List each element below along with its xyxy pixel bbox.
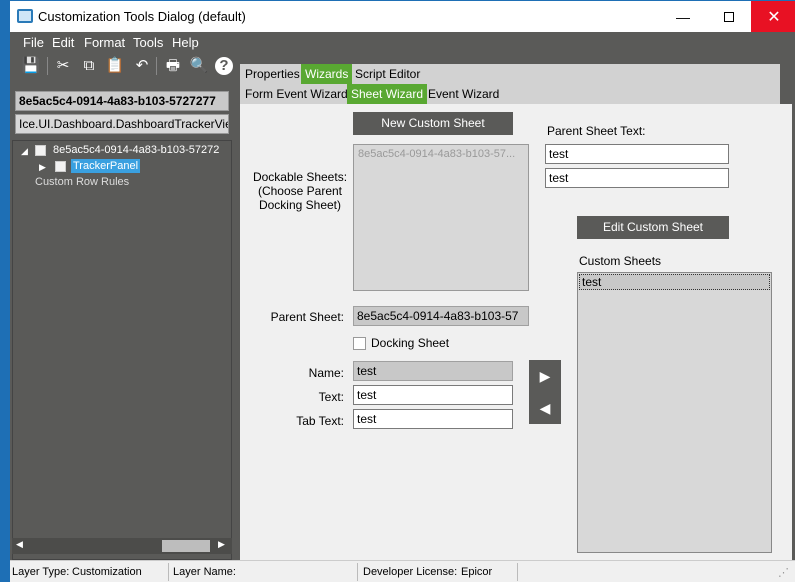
dockable-sheet-item[interactable]: 8e5ac5c4-0914-4a83-b103-57... <box>358 148 515 160</box>
main-tabs: Properties Wizards Script Editor <box>240 64 780 84</box>
text-label: Text: <box>318 390 344 404</box>
tree-horizontal-scrollbar[interactable]: ◀ ▶ <box>12 538 232 554</box>
title-bar[interactable]: Customization Tools Dialog (default) — ✕ <box>10 1 795 32</box>
app-icon <box>17 9 33 23</box>
toolbar-separator <box>156 57 157 75</box>
custom-row-rules-node[interactable]: Custom Row Rules <box>35 176 129 188</box>
layer-type-value: Customization <box>72 566 142 578</box>
expand-arrow-icon[interactable]: ▶ <box>39 162 46 173</box>
toolbar-separator <box>47 57 48 75</box>
dockable-sheets-list[interactable]: 8e5ac5c4-0914-4a83-b103-57... <box>353 144 529 291</box>
background-window-edge <box>0 0 9 582</box>
license-value: Epicor <box>461 566 493 578</box>
cut-icon[interactable]: ✂ <box>53 56 73 76</box>
parent-sheet-text-field-1[interactable]: test <box>545 144 729 164</box>
dockable-sheets-label: Dockable Sheets: <box>252 170 348 184</box>
custom-sheets-label: Custom Sheets <box>579 254 662 268</box>
menu-tools[interactable]: Tools <box>133 35 163 50</box>
scrollbar-thumb[interactable] <box>162 540 210 552</box>
customization-dialog: Customization Tools Dialog (default) — ✕… <box>9 0 795 582</box>
close-button[interactable]: ✕ <box>751 1 795 32</box>
status-separator <box>357 563 358 581</box>
undo-icon[interactable]: ↶ <box>132 56 152 76</box>
tab-text-label: Tab Text: <box>296 414 344 428</box>
sheet-wizard-content: New Custom Sheet Parent Sheet Text: test… <box>240 104 792 560</box>
name-label: Name: <box>308 366 344 380</box>
copy-icon[interactable]: ⧉ <box>79 56 99 76</box>
window-title: Customization Tools Dialog (default) <box>38 9 246 24</box>
layer-type-label: Layer Type: <box>12 566 70 578</box>
tab-properties[interactable]: Properties <box>241 64 304 84</box>
customization-id-field[interactable]: 8e5ac5c4-0914-4a83-b103-5727277 <box>15 91 229 111</box>
menu-bar: File Edit Format Tools Help <box>10 32 795 52</box>
parent-sheet-label: Parent Sheet: <box>270 310 344 324</box>
resize-grip-icon[interactable]: ⋰ <box>778 566 789 579</box>
tree-node-icon <box>35 145 46 156</box>
form-path-field[interactable]: Ice.UI.Dashboard.DashboardTrackerVie <box>15 114 229 134</box>
name-field: test <box>353 361 513 381</box>
tree-node-icon <box>55 161 66 172</box>
dockable-sheets-label-3: Docking Sheet) <box>258 198 342 212</box>
menu-edit[interactable]: Edit <box>52 35 74 50</box>
minimize-button[interactable]: — <box>660 1 706 32</box>
layer-name-label: Layer Name: <box>173 566 236 578</box>
move-right-button[interactable]: ▶ <box>529 360 561 392</box>
scroll-right-icon[interactable]: ▶ <box>218 539 225 550</box>
help-icon[interactable]: ? <box>215 57 233 75</box>
control-tree: ◢ 8e5ac5c4-0914-4a83-b103-57272 ▶ Tracke… <box>12 140 232 560</box>
new-custom-sheet-button[interactable]: New Custom Sheet <box>353 112 513 135</box>
scroll-left-icon[interactable]: ◀ <box>16 539 23 550</box>
move-left-button[interactable]: ◀ <box>529 392 561 424</box>
status-bar: Layer Type: Customization Layer Name: De… <box>10 560 795 582</box>
tree-node-trackerpanel[interactable]: TrackerPanel <box>71 159 141 173</box>
status-separator <box>517 563 518 581</box>
custom-sheet-item[interactable]: test <box>579 274 770 290</box>
license-label: Developer License: <box>363 566 458 578</box>
right-panel: Properties Wizards Script Editor Form Ev… <box>240 64 795 560</box>
collapse-arrow-icon[interactable]: ◢ <box>21 146 28 157</box>
print-preview-icon[interactable]: 🔍 <box>189 56 209 76</box>
save-icon[interactable]: 💾 <box>21 56 41 76</box>
status-separator <box>168 563 169 581</box>
dockable-sheets-label-2: (Choose Parent <box>257 184 343 198</box>
menu-help[interactable]: Help <box>172 35 199 50</box>
menu-format[interactable]: Format <box>84 35 125 50</box>
tab-sheet-wizard[interactable]: Sheet Wizard <box>347 84 428 104</box>
menu-file[interactable]: File <box>23 35 44 50</box>
tab-event-wizard[interactable]: Event Wizard <box>424 84 503 104</box>
tab-text-field[interactable]: test <box>353 409 513 429</box>
parent-sheet-text-label: Parent Sheet Text: <box>547 124 646 138</box>
tree-root-node[interactable]: 8e5ac5c4-0914-4a83-b103-57272 <box>53 144 219 156</box>
text-field[interactable]: test <box>353 385 513 405</box>
docking-sheet-label: Docking Sheet <box>371 336 450 350</box>
maximize-icon <box>724 11 734 22</box>
custom-sheets-list[interactable]: test <box>577 272 772 553</box>
parent-sheet-text-field-2[interactable]: test <box>545 168 729 188</box>
parent-sheet-field: 8e5ac5c4-0914-4a83-b103-57 <box>353 306 529 326</box>
paste-icon[interactable]: 📋 <box>105 56 125 76</box>
print-icon[interactable]: 🖶 <box>163 56 183 76</box>
wizard-tabs: Form Event Wizard Sheet Wizard Event Wiz… <box>240 84 780 104</box>
tab-script-editor[interactable]: Script Editor <box>351 64 424 84</box>
left-panel: 8e5ac5c4-0914-4a83-b103-5727277 Ice.UI.D… <box>10 80 238 560</box>
tab-form-event-wizard[interactable]: Form Event Wizard <box>241 84 352 104</box>
tab-wizards[interactable]: Wizards <box>301 64 353 84</box>
maximize-button[interactable] <box>706 1 752 32</box>
docking-sheet-checkbox[interactable] <box>353 337 366 350</box>
edit-custom-sheet-button[interactable]: Edit Custom Sheet <box>577 216 729 239</box>
